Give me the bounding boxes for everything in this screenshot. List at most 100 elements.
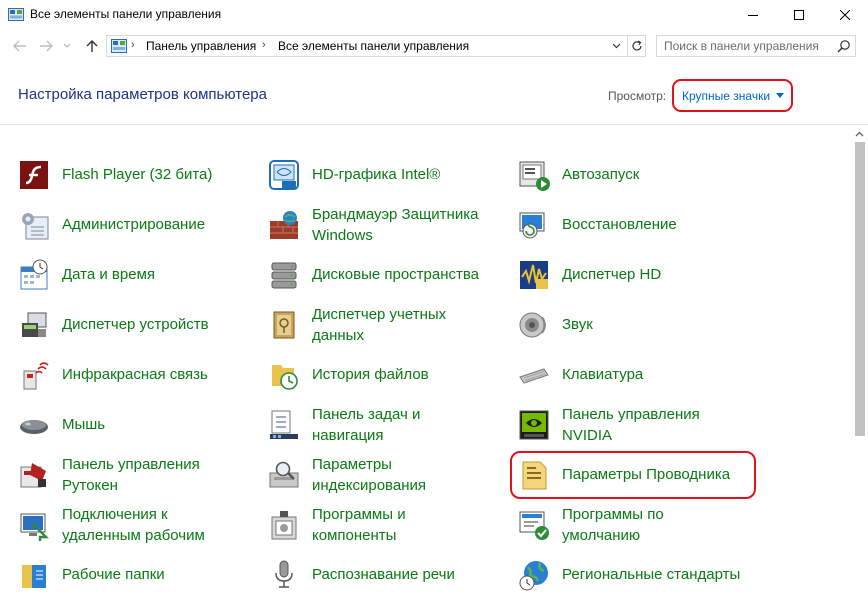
item-date-time[interactable]: Дата и время xyxy=(18,259,248,303)
item-label: Панель управления Рутокен xyxy=(62,456,200,494)
control-panel-icon xyxy=(8,8,24,21)
item-label: Инфракрасная связь xyxy=(62,366,208,383)
title-bar: Все элементы панели управления xyxy=(0,0,868,30)
item-label: Звук xyxy=(562,316,593,333)
item-label: Диспетчер учетных данных xyxy=(312,306,447,344)
item-default-programs[interactable]: Программы по умолчанию xyxy=(518,506,748,553)
recovery-icon xyxy=(519,212,545,239)
maximize-button[interactable] xyxy=(776,0,822,30)
page-title: Настройка параметров компьютера xyxy=(18,86,267,103)
arrow-up-icon xyxy=(86,40,98,52)
file-history-icon xyxy=(272,365,298,390)
globe-clock-icon xyxy=(519,561,548,591)
arrow-left-icon xyxy=(13,40,26,52)
breadcrumb-separator: › xyxy=(131,39,135,51)
item-label: Мышь xyxy=(62,416,106,433)
item-mouse[interactable]: Мышь xyxy=(18,409,248,453)
item-label: Программы и компоненты xyxy=(312,506,406,544)
item-label: Параметры индексирования xyxy=(312,456,426,494)
item-hd-audio-manager[interactable]: Диспетчер HD xyxy=(518,259,748,303)
item-administration[interactable]: Администрирование xyxy=(18,209,248,253)
hd-audio-manager-icon xyxy=(520,261,548,289)
item-work-folders[interactable]: Рабочие папки xyxy=(18,559,248,603)
address-bar[interactable]: › Панель управления › Все элементы панел… xyxy=(106,35,646,57)
chevron-down-icon xyxy=(63,43,71,48)
item-label: Панель управления NVIDIA xyxy=(562,406,700,444)
item-taskbar[interactable]: Панель задач и навигация xyxy=(268,406,498,453)
item-programs-features[interactable]: Программы и компоненты xyxy=(268,506,498,553)
minimize-icon xyxy=(748,15,758,16)
storage-spaces-icon xyxy=(271,262,297,289)
forward-button[interactable] xyxy=(38,38,54,54)
refresh-button[interactable] xyxy=(627,36,646,56)
search-icon[interactable] xyxy=(837,39,851,53)
breadcrumb-all-items[interactable]: Все элементы панели управления xyxy=(278,39,469,53)
header-divider xyxy=(0,124,868,125)
firewall-icon xyxy=(270,211,298,239)
item-indexing-options[interactable]: Параметры индексирования xyxy=(268,456,498,503)
item-intel-graphics[interactable]: HD-графика Intel® xyxy=(268,159,498,203)
item-label: Клавиатура xyxy=(562,366,644,383)
item-storage-spaces[interactable]: Дисковые пространства xyxy=(268,259,498,303)
scrollbar-thumb[interactable] xyxy=(855,142,865,436)
item-device-manager[interactable]: Диспетчер устройств xyxy=(18,309,248,353)
up-button[interactable] xyxy=(84,38,100,54)
item-remote-desktop[interactable]: Подключения к удаленным рабочим xyxy=(18,506,248,553)
item-recovery[interactable]: Восстановление xyxy=(518,209,748,253)
minimize-button[interactable] xyxy=(730,0,776,30)
recent-locations-button[interactable] xyxy=(62,38,72,54)
item-label: Восстановление xyxy=(562,216,677,233)
item-keyboard[interactable]: Клавиатура xyxy=(518,359,748,403)
flash-player-icon xyxy=(20,161,48,189)
item-file-history[interactable]: История файлов xyxy=(268,359,498,403)
back-button[interactable] xyxy=(12,38,28,54)
item-speech-recognition[interactable]: Распознавание речи xyxy=(268,559,498,603)
item-label: Подключения к удаленным рабочим xyxy=(62,506,205,544)
item-label: Распознавание речи xyxy=(312,566,455,583)
item-sound[interactable]: Звук xyxy=(518,309,748,353)
item-nvidia[interactable]: Панель управления NVIDIA xyxy=(518,406,748,453)
item-label: Региональные стандарты xyxy=(562,566,741,583)
window-title: Все элементы панели управления xyxy=(30,7,222,21)
item-label: Администрирование xyxy=(62,216,206,233)
item-label: Программы по умолчанию xyxy=(562,506,664,544)
programs-features-icon xyxy=(271,511,297,540)
address-dropdown-button[interactable] xyxy=(609,39,623,53)
remote-desktop-icon xyxy=(20,513,49,541)
item-label: Дата и время xyxy=(62,266,156,283)
view-highlight-annotation xyxy=(672,79,793,112)
scroll-up-button[interactable] xyxy=(851,125,868,142)
search-input[interactable] xyxy=(657,36,833,56)
chevron-down-icon xyxy=(612,43,620,49)
item-rutoken[interactable]: Панель управления Рутокен xyxy=(18,456,248,503)
item-infrared[interactable]: Инфракрасная связь xyxy=(18,359,248,403)
administration-icon xyxy=(22,213,49,240)
work-folders-icon xyxy=(22,565,46,588)
autoplay-icon xyxy=(519,161,550,191)
search-box[interactable] xyxy=(656,35,856,57)
item-region[interactable]: Региональные стандарты xyxy=(518,559,748,603)
breadcrumb-control-panel[interactable]: Панель управления xyxy=(146,39,256,53)
item-label: Рабочие папки xyxy=(62,566,165,583)
maximize-icon xyxy=(794,10,804,20)
keyboard-icon xyxy=(519,368,549,384)
close-icon xyxy=(840,10,850,20)
speaker-icon xyxy=(519,312,546,338)
item-label: Брандмауэр Защитника Windows xyxy=(312,206,479,244)
item-label: HD-графика Intel® xyxy=(312,166,441,183)
credential-manager-icon xyxy=(273,311,295,339)
item-firewall[interactable]: Брандмауэр Защитника Windows xyxy=(268,206,498,253)
refresh-icon xyxy=(632,40,642,51)
item-label: История файлов xyxy=(312,366,429,383)
explorer-options-highlight-annotation xyxy=(510,451,756,499)
device-manager-icon xyxy=(22,312,47,337)
item-autoplay[interactable]: Автозапуск xyxy=(518,159,748,203)
item-credential-manager[interactable]: Диспетчер учетных данных xyxy=(268,306,498,353)
default-programs-icon xyxy=(519,511,549,540)
mouse-icon xyxy=(20,420,48,434)
close-button[interactable] xyxy=(822,0,868,30)
breadcrumb-separator: › xyxy=(262,39,266,51)
arrow-up-icon xyxy=(855,131,864,136)
control-panel-icon xyxy=(111,39,127,53)
item-flash-player[interactable]: Flash Player (32 бита) xyxy=(18,159,248,203)
